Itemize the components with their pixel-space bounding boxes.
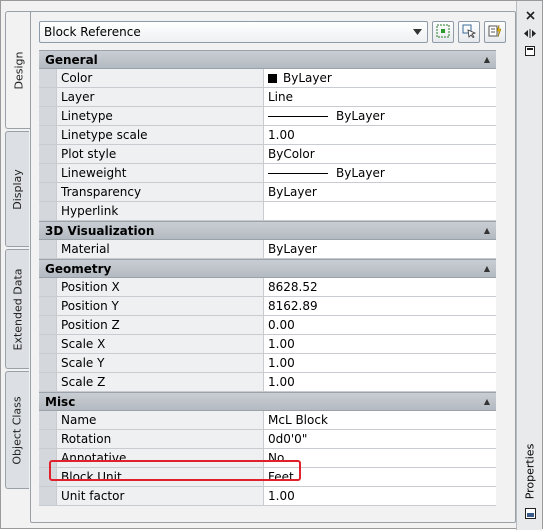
- section-general-header[interactable]: General ▲: [39, 50, 496, 69]
- property-row-scale-y[interactable]: Scale Y 1.00: [39, 354, 496, 373]
- collapse-icon[interactable]: ▲: [484, 226, 490, 235]
- collapse-icon[interactable]: ▲: [484, 264, 490, 273]
- tab-object-class[interactable]: Object Class: [5, 371, 29, 489]
- object-type-value: Block Reference: [44, 25, 141, 39]
- property-row-position-x[interactable]: Position X 8628.52: [39, 278, 496, 297]
- selector-row: Block Reference: [39, 20, 506, 44]
- color-swatch-icon: [268, 73, 277, 83]
- property-row-linetype-scale[interactable]: Linetype scale 1.00: [39, 126, 496, 145]
- palette-menu-icon[interactable]: [523, 45, 537, 57]
- property-row-material[interactable]: Material ByLayer: [39, 240, 496, 259]
- property-row-position-z[interactable]: Position Z 0.00: [39, 316, 496, 335]
- object-type-select[interactable]: Block Reference: [39, 21, 428, 43]
- close-icon[interactable]: [523, 9, 537, 21]
- property-row-transparency[interactable]: Transparency ByLayer: [39, 183, 496, 202]
- property-row-position-y[interactable]: Position Y 8162.89: [39, 297, 496, 316]
- collapse-icon[interactable]: ▲: [484, 397, 490, 406]
- linetype-sample-icon: [268, 115, 328, 117]
- section-3d-visualization-header[interactable]: 3D Visualization ▲: [39, 221, 496, 240]
- property-row-block-unit[interactable]: Block Unit Feet: [39, 468, 496, 487]
- section-geometry-header[interactable]: Geometry ▲: [39, 259, 496, 278]
- add-to-selection-icon: [436, 24, 450, 41]
- property-row-rotation[interactable]: Rotation 0d0'0": [39, 430, 496, 449]
- tab-display[interactable]: Display: [5, 131, 29, 247]
- palette-properties-icon[interactable]: [523, 507, 537, 519]
- add-to-selection-button[interactable]: [432, 21, 454, 43]
- section-misc-header[interactable]: Misc ▲: [39, 392, 496, 411]
- palette-title: Properties: [523, 443, 537, 499]
- auto-hide-icon[interactable]: [523, 27, 537, 39]
- property-row-name[interactable]: Name McL Block: [39, 411, 496, 430]
- property-row-lineweight[interactable]: Lineweight ByLayer: [39, 164, 496, 183]
- property-row-color[interactable]: Color ByLayer: [39, 69, 496, 88]
- select-objects-button[interactable]: [458, 21, 480, 43]
- properties-palette: Design Display Extended Data Object Clas…: [0, 0, 543, 530]
- property-row-scale-x[interactable]: Scale X 1.00: [39, 335, 496, 354]
- quick-select-button[interactable]: [484, 21, 506, 43]
- property-row-layer[interactable]: Layer Line: [39, 88, 496, 107]
- property-row-annotative[interactable]: Annotative No: [39, 449, 496, 468]
- property-row-linetype[interactable]: Linetype ByLayer: [39, 107, 496, 126]
- tab-extended-data[interactable]: Extended Data: [5, 249, 29, 369]
- lineweight-sample-icon: [268, 172, 328, 174]
- palette-title-bar: Properties: [516, 1, 542, 530]
- property-grid: General ▲ Color ByLayer Layer Line Linetyp…: [39, 50, 496, 506]
- tab-design[interactable]: Design: [5, 11, 31, 129]
- dropdown-arrow-icon: [411, 26, 423, 38]
- property-row-unit-factor[interactable]: Unit factor 1.00: [39, 487, 496, 506]
- collapse-icon[interactable]: ▲: [484, 55, 490, 64]
- property-row-plot-style[interactable]: Plot style ByColor: [39, 145, 496, 164]
- quick-select-icon: [488, 24, 502, 41]
- property-row-scale-z[interactable]: Scale Z 1.00: [39, 373, 496, 392]
- select-objects-icon: [462, 24, 477, 41]
- property-row-hyperlink[interactable]: Hyperlink: [39, 202, 496, 221]
